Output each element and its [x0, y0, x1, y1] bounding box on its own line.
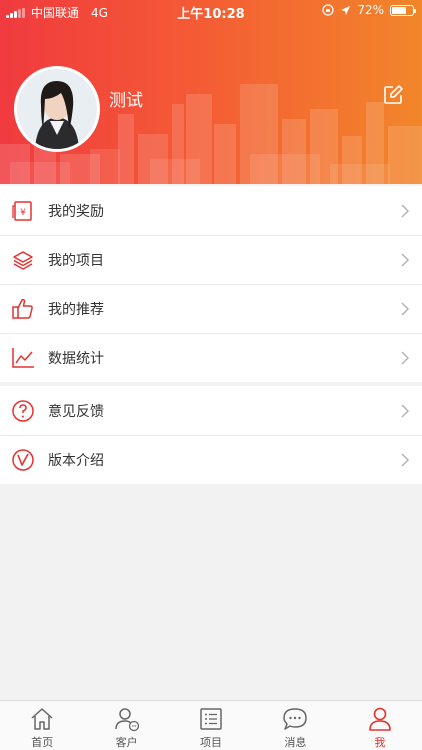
menu-group-secondary: 意见反馈 版本介绍 [0, 386, 422, 484]
chevron-right-icon [400, 350, 410, 366]
menu-item-label: 数据统计 [48, 348, 104, 368]
menu-item-recommendations[interactable]: 我的推荐 [0, 284, 422, 333]
tab-label: 项目 [200, 734, 222, 750]
tab-label: 我 [374, 734, 385, 750]
tab-customers[interactable]: 客户 [84, 701, 168, 750]
edit-icon[interactable] [382, 84, 404, 106]
thumbs-up-icon [11, 297, 35, 321]
list-icon [198, 706, 224, 732]
chevron-right-icon [400, 252, 410, 268]
home-icon [29, 706, 55, 732]
chevron-right-icon [400, 452, 410, 468]
tab-me[interactable]: 我 [338, 701, 422, 750]
question-icon [11, 399, 35, 423]
tab-label: 消息 [284, 734, 306, 750]
version-v-icon [11, 448, 35, 472]
menu-item-label: 我的项目 [48, 250, 104, 270]
location-arrow-icon [340, 5, 351, 16]
tab-messages[interactable]: 消息 [253, 701, 337, 750]
menu-item-feedback[interactable]: 意见反馈 [0, 386, 422, 435]
menu-item-version[interactable]: 版本介绍 [0, 435, 422, 484]
layers-icon [11, 248, 35, 272]
menu-item-label: 意见反馈 [48, 401, 104, 421]
person-icon [367, 706, 393, 732]
chevron-right-icon [400, 403, 410, 419]
rotation-lock-icon [322, 4, 334, 16]
tab-projects[interactable]: 项目 [169, 701, 253, 750]
status-bar: 中国联通 4G 上午10:28 72% [0, 0, 422, 22]
menu-item-projects[interactable]: 我的项目 [0, 235, 422, 284]
avatar[interactable] [14, 66, 100, 152]
menu-item-label: 版本介绍 [48, 450, 104, 470]
menu-item-statistics[interactable]: 数据统计 [0, 333, 422, 382]
svg-text:¥: ¥ [20, 208, 26, 218]
message-icon [282, 706, 308, 732]
menu-item-rewards[interactable]: ¥ 我的奖励 [0, 186, 422, 235]
tab-home[interactable]: 首页 [0, 701, 84, 750]
line-chart-icon [11, 346, 35, 370]
tab-label: 客户 [116, 734, 138, 750]
chevron-right-icon [400, 301, 410, 317]
tab-label: 首页 [31, 734, 53, 750]
menu-group-main: ¥ 我的奖励 我的项目 我的推荐 [0, 186, 422, 382]
profile-name[interactable]: 测试 [109, 86, 143, 111]
tab-bar: 首页 客户 项目 消息 我 [0, 700, 422, 750]
menu-item-label: 我的推荐 [48, 299, 104, 319]
battery-percent: 72% [357, 3, 384, 17]
reward-receipt-icon: ¥ [11, 199, 35, 223]
battery-icon [390, 5, 414, 16]
avatar-photo [17, 69, 97, 149]
menu-item-label: 我的奖励 [48, 201, 104, 221]
profile-header: 中国联通 4G 上午10:28 72% 测试 [0, 0, 422, 184]
chevron-right-icon [400, 203, 410, 219]
customers-icon [114, 706, 140, 732]
